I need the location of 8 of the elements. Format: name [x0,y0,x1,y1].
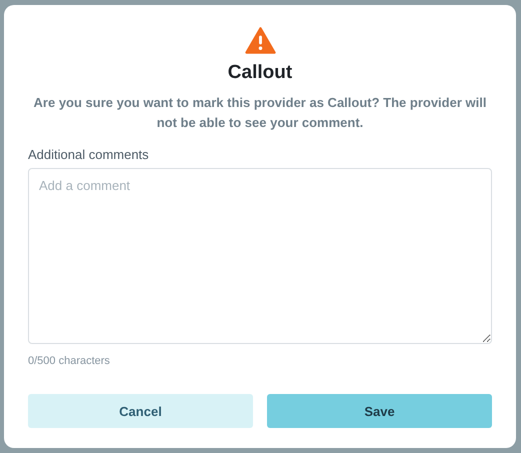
comment-field[interactable]: Add a comment [28,168,492,344]
cancel-button[interactable]: Cancel [28,394,253,428]
warning-icon [244,27,276,54]
dialog-message: Are you sure you want to mark this provider as Callout? The provider will not be able to see your comment. [32,94,488,132]
field-label: Additional comments [28,147,150,162]
save-button[interactable]: Save [267,394,492,428]
dialog-title: Callout [226,62,294,84]
character-counter: 0/500 characters [28,355,111,367]
